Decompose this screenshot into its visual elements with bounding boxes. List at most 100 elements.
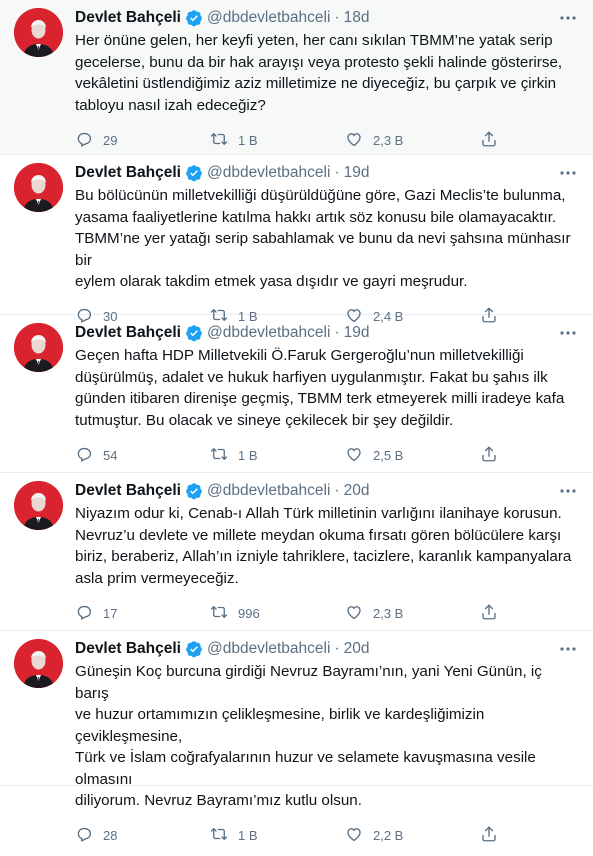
like-button[interactable]: 2,3 B bbox=[345, 603, 480, 624]
author-name[interactable]: Devlet Bahçeli bbox=[75, 482, 181, 500]
retweet-count: 1 B bbox=[238, 447, 258, 463]
tweet[interactable]: Devlet Bahçeli @dbdevletbahceli · 20d Güneşi… bbox=[0, 631, 593, 843]
tweet-time[interactable]: 18d bbox=[344, 9, 370, 27]
tweet-text-line: tabloyu nasıl izah edeceğiz? bbox=[75, 96, 266, 114]
tweet-content: Devlet Bahçeli @dbdevletbahceli · 20d Güneşi… bbox=[75, 639, 579, 843]
reply-icon bbox=[75, 130, 103, 151]
verified-icon bbox=[185, 164, 203, 182]
like-button[interactable]: 2,2 B bbox=[345, 825, 480, 846]
tweet-header: Devlet Bahçeli @dbdevletbahceli · 20d bbox=[75, 481, 579, 501]
timeline-feed: Devlet Bahçeli @dbdevletbahceli · 18d Her ön… bbox=[0, 0, 593, 843]
more-icon[interactable] bbox=[557, 10, 579, 26]
author-handle[interactable]: @dbdevletbahceli bbox=[207, 482, 330, 500]
tweet-content: Devlet Bahçeli @dbdevletbahceli · 19d Bu böl… bbox=[75, 163, 579, 324]
like-count: 2,3 B bbox=[373, 605, 404, 621]
avatar-portrait-icon bbox=[14, 323, 63, 372]
avatar[interactable] bbox=[14, 481, 63, 530]
reply-button[interactable]: 29 bbox=[75, 130, 210, 151]
tweet-actions: 54 1 B 2,5 B bbox=[75, 435, 579, 475]
avatar[interactable] bbox=[14, 323, 63, 372]
tweet-text-line: Geçen hafta HDP Milletvekili Ö.Faruk Ger… bbox=[75, 347, 524, 364]
author-handle[interactable]: @dbdevletbahceli bbox=[207, 9, 330, 27]
retweet-count: 1 B bbox=[238, 828, 258, 843]
tweet[interactable]: Devlet Bahçeli @dbdevletbahceli · 20d Niyazı… bbox=[0, 473, 593, 631]
more-icon[interactable] bbox=[557, 165, 579, 181]
tweet-header: Devlet Bahçeli @dbdevletbahceli · 20d bbox=[75, 639, 579, 659]
tweet-content: Devlet Bahçeli @dbdevletbahceli · 18d Her ön… bbox=[75, 8, 579, 154]
retweet-icon bbox=[210, 445, 238, 466]
author-handle[interactable]: @dbdevletbahceli bbox=[207, 324, 330, 342]
reply-button[interactable]: 54 bbox=[75, 445, 210, 466]
reply-button[interactable]: 17 bbox=[75, 603, 210, 624]
reply-button[interactable]: 28 bbox=[75, 825, 210, 846]
tweet-time[interactable]: 19d bbox=[344, 164, 370, 182]
share-button[interactable] bbox=[480, 825, 508, 846]
avatar-portrait-icon bbox=[14, 481, 63, 530]
tweet-time[interactable]: 19d bbox=[344, 324, 370, 342]
tweet-text-line: gecelerse, bunu da bir hak arayışı veya … bbox=[75, 53, 563, 71]
tweet-text-line: Bu bölücünün milletvekilliği düşürüldüğü… bbox=[75, 187, 566, 204]
retweet-icon bbox=[210, 603, 238, 624]
tweet-text-line: Her önüne gelen, her keyfi yeten, her ca… bbox=[75, 32, 553, 49]
reply-icon bbox=[75, 603, 103, 624]
avatar[interactable] bbox=[14, 639, 63, 688]
tweet-actions: 28 1 B 2,2 B bbox=[75, 816, 579, 856]
share-icon bbox=[480, 825, 508, 846]
retweet-button[interactable]: 1 B bbox=[210, 825, 345, 846]
verified-icon bbox=[185, 324, 203, 342]
tweet[interactable]: Devlet Bahçeli @dbdevletbahceli · 19d Geçen … bbox=[0, 315, 593, 473]
tweet-header: Devlet Bahçeli @dbdevletbahceli · 19d bbox=[75, 163, 579, 183]
tweet-header: Devlet Bahçeli @dbdevletbahceli · 18d bbox=[75, 8, 579, 28]
author-name[interactable]: Devlet Bahçeli bbox=[75, 9, 181, 27]
retweet-count: 1 B bbox=[238, 132, 258, 148]
share-button[interactable] bbox=[480, 130, 508, 151]
like-button[interactable]: 2,5 B bbox=[345, 445, 480, 466]
tweet[interactable]: Devlet Bahçeli @dbdevletbahceli · 19d Bu böl… bbox=[0, 155, 593, 324]
author-name[interactable]: Devlet Bahçeli bbox=[75, 640, 181, 658]
tweet-text-line: Nevruz’u devlete ve millete meydan okuma… bbox=[75, 526, 562, 544]
tweet-text: Niyazım odur ki, Cenab-ı Allah Türk mill… bbox=[75, 503, 579, 589]
more-icon[interactable] bbox=[557, 483, 579, 499]
like-button[interactable]: 2,3 B bbox=[345, 130, 480, 151]
like-count: 2,2 B bbox=[373, 828, 404, 843]
separator-dot: · bbox=[334, 482, 340, 499]
retweet-button[interactable]: 1 B bbox=[210, 445, 345, 466]
author-handle[interactable]: @dbdevletbahceli bbox=[207, 164, 330, 182]
avatar[interactable] bbox=[14, 163, 63, 212]
tweet-content: Devlet Bahçeli @dbdevletbahceli · 19d Geçen … bbox=[75, 323, 579, 472]
tweet-text-line: yasama faaliyetlerine katılma hakkı artı… bbox=[75, 208, 557, 226]
tweet-text-line: Türk ve İslam coğrafyalarının huzur ve s… bbox=[75, 749, 536, 788]
tweet-text: Bu bölücünün milletvekilliği düşürüldüğü… bbox=[75, 185, 579, 293]
share-button[interactable] bbox=[480, 603, 508, 624]
more-icon[interactable] bbox=[557, 325, 579, 341]
reply-count: 17 bbox=[103, 605, 118, 621]
tweet-time[interactable]: 20d bbox=[344, 482, 370, 500]
tweet-text-line: diliyorum. Nevruz Bayramı’mız kutlu olsu… bbox=[75, 792, 362, 809]
tweet-text-line: Niyazım odur ki, Cenab-ı Allah Türk mill… bbox=[75, 505, 562, 522]
verified-icon bbox=[185, 482, 203, 500]
tweet-actions: 17 996 2,3 B bbox=[75, 593, 579, 633]
tweet-text: Güneşin Koç burcuna girdiği Nevruz Bayra… bbox=[75, 661, 579, 812]
retweet-button[interactable]: 1 B bbox=[210, 130, 345, 151]
like-icon bbox=[345, 603, 373, 624]
tweet-content: Devlet Bahçeli @dbdevletbahceli · 20d Niyazı… bbox=[75, 481, 579, 630]
share-button[interactable] bbox=[480, 445, 508, 466]
tweet-header: Devlet Bahçeli @dbdevletbahceli · 19d bbox=[75, 323, 579, 343]
avatar[interactable] bbox=[14, 8, 63, 57]
retweet-button[interactable]: 996 bbox=[210, 603, 345, 624]
separator-dot: · bbox=[334, 164, 340, 181]
tweet-time[interactable]: 20d bbox=[344, 640, 370, 658]
tweet-text-line: günden itibaren direnişe geçmiş, TBMM te… bbox=[75, 390, 565, 407]
tweet-text-line: TBMM’ne yer yatağı serip sabahlamak ve b… bbox=[75, 230, 571, 269]
retweet-count: 996 bbox=[238, 605, 260, 621]
avatar-portrait-icon bbox=[14, 8, 63, 57]
author-name[interactable]: Devlet Bahçeli bbox=[75, 324, 181, 342]
author-handle[interactable]: @dbdevletbahceli bbox=[207, 640, 330, 658]
author-name[interactable]: Devlet Bahçeli bbox=[75, 164, 181, 182]
more-icon[interactable] bbox=[557, 641, 579, 657]
reply-count: 54 bbox=[103, 447, 118, 463]
share-icon bbox=[480, 130, 508, 151]
tweet[interactable]: Devlet Bahçeli @dbdevletbahceli · 18d Her ön… bbox=[0, 0, 593, 155]
reply-count: 29 bbox=[103, 132, 118, 148]
separator-dot: · bbox=[334, 9, 340, 26]
